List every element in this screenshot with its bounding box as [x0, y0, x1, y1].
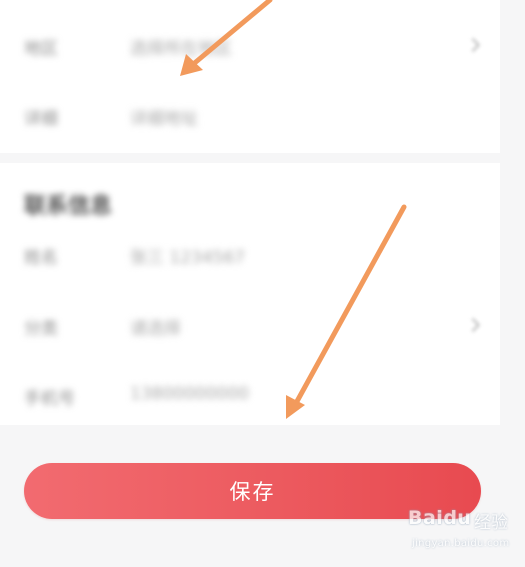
detail-label: 详细: [24, 109, 58, 129]
detail-value[interactable]: 详细地址: [130, 104, 198, 129]
category-value[interactable]: 请选择: [130, 314, 181, 339]
watermark-name: 经验: [474, 513, 508, 533]
watermark-logo: Baidu: [408, 507, 472, 529]
phone-value[interactable]: 13800000000: [130, 384, 249, 404]
region-value[interactable]: 选择所在地区: [130, 34, 232, 59]
region-label: 地区: [24, 39, 58, 59]
watermark-url: jingyan.baidu.com: [412, 538, 510, 549]
address-card: 地区 选择所在地区 详细 详细地址: [0, 0, 500, 153]
chevron-right-icon[interactable]: [465, 37, 481, 53]
phone-label: 手机号: [24, 389, 75, 409]
baidu-watermark: Baidu 经验 jingyan.baidu.com: [400, 505, 520, 563]
name-value[interactable]: 张三 1234567: [130, 243, 245, 268]
section-title: 联系信息: [24, 194, 113, 219]
category-label: 分类: [24, 319, 58, 339]
name-label: 姓名: [24, 248, 58, 268]
